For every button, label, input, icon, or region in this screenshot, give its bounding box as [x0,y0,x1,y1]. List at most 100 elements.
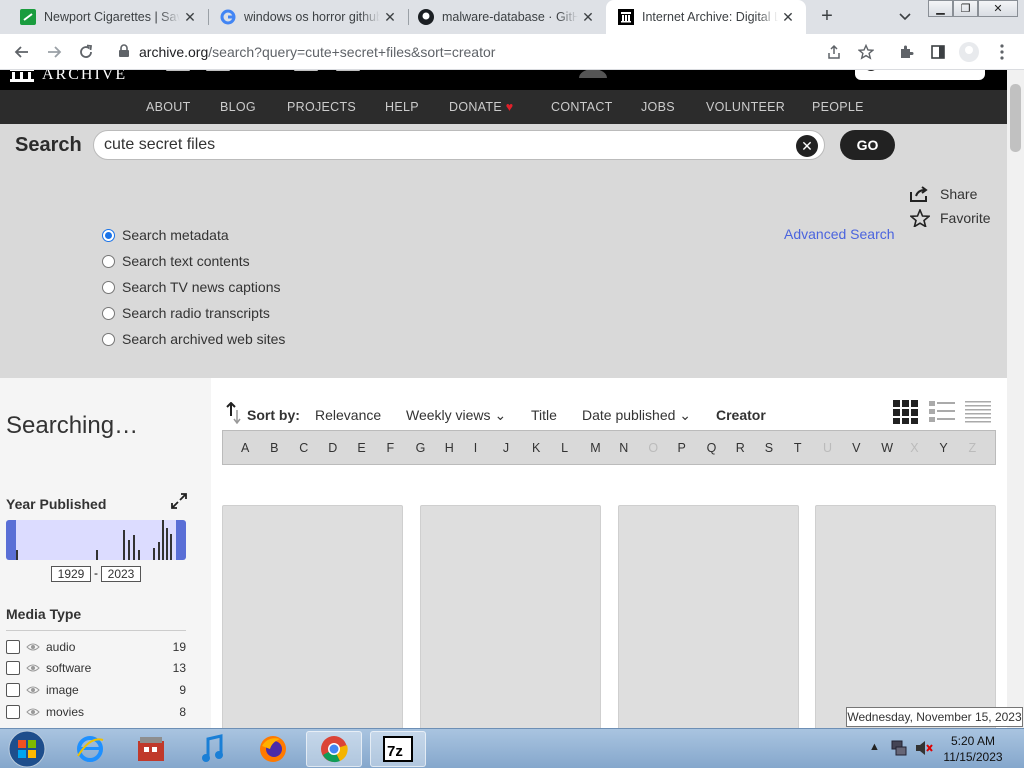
internet-explorer-icon[interactable] [62,731,118,767]
expand-icon[interactable] [170,492,188,510]
top-search-input[interactable] [855,70,985,80]
forward-icon[interactable] [42,40,66,64]
app-store-icon[interactable] [123,731,179,767]
range-handle-right[interactable] [176,520,186,560]
year-from-input[interactable]: 1929 [51,566,91,582]
letter-filter-s[interactable]: S [765,441,773,455]
side-panel-icon[interactable] [926,40,950,64]
radio-button[interactable] [102,228,115,242]
range-handle-left[interactable] [6,520,16,560]
letter-filter-d[interactable]: D [328,441,337,455]
letter-filter-c[interactable]: C [299,441,308,455]
close-window-button[interactable]: ✕ [978,0,1018,17]
user-icon[interactable] [578,70,608,78]
music-player-icon[interactable] [184,731,240,767]
letter-filter-a[interactable]: A [241,441,249,455]
page-scrollbar[interactable] [1007,70,1024,728]
year-histogram[interactable] [6,520,186,560]
eye-icon[interactable] [26,685,40,695]
nav-contact[interactable]: CONTACT [551,100,613,114]
result-card-placeholder[interactable] [420,505,601,728]
start-button[interactable] [0,730,54,768]
radio-button[interactable] [102,332,115,346]
radio-search-radio[interactable]: Search radio transcripts [102,305,270,321]
tab-newport[interactable]: Newport Cigarettes | Save ✕ [8,0,208,34]
minimize-button[interactable]: ▁ [928,0,953,17]
close-icon[interactable]: ✕ [380,7,400,27]
letter-filter-f[interactable]: F [387,441,395,455]
nav-donate[interactable]: DONATE ♥ [449,100,513,114]
tab-google[interactable]: windows os horror github ✕ [208,0,408,34]
radio-button[interactable] [102,280,115,294]
letter-filter-i[interactable]: I [474,441,477,455]
letter-filter-t[interactable]: T [794,441,802,455]
nav-jobs[interactable]: JOBS [641,100,675,114]
radio-search-metadata[interactable]: Search metadata [102,227,229,243]
new-tab-icon[interactable]: + [815,5,839,29]
radio-search-text[interactable]: Search text contents [102,253,250,269]
letter-filter-r[interactable]: R [736,441,745,455]
compact-list-view-icon[interactable] [965,400,991,424]
facet-checkbox[interactable] [6,661,20,675]
radio-search-tv[interactable]: Search TV news captions [102,279,281,295]
share-page-icon[interactable] [822,40,846,64]
show-hidden-icons[interactable]: ▲ [869,741,880,753]
letter-filter-q[interactable]: Q [707,441,717,455]
tab-github[interactable]: malware-database · GitHub ✕ [406,0,606,34]
profile-avatar[interactable] [957,40,981,64]
list-detail-view-icon[interactable] [929,400,955,424]
media-facet-row[interactable]: image 9 [6,682,186,698]
eye-icon[interactable] [26,707,40,717]
bookmark-star-icon[interactable] [854,40,878,64]
share-button[interactable]: Share [910,186,977,202]
grid-view-icon[interactable] [893,400,919,424]
close-icon[interactable]: ✕ [578,7,598,27]
result-card-placeholder[interactable] [222,505,403,728]
favorite-button[interactable]: Favorite [910,209,991,227]
extensions-icon[interactable] [894,40,918,64]
sort-direction-icon[interactable] [226,402,242,424]
letter-filter-e[interactable]: E [357,441,365,455]
kebab-menu-icon[interactable] [990,40,1014,64]
letter-filter-w[interactable]: W [881,441,893,455]
nav-about[interactable]: ABOUT [146,100,191,114]
ia-logo[interactable]: ARCHIVE [10,70,127,84]
firefox-icon[interactable] [245,731,301,767]
close-icon[interactable]: ✕ [778,7,798,27]
letter-filter-l[interactable]: L [561,441,568,455]
go-button[interactable]: GO [840,130,895,160]
reload-icon[interactable] [74,40,98,64]
facet-checkbox[interactable] [6,683,20,697]
maximize-button[interactable]: ❐ [953,0,978,17]
nav-help[interactable]: HELP [385,100,419,114]
eye-icon[interactable] [26,663,40,673]
sort-weekly-views[interactable]: Weekly views ⌄ [406,407,506,424]
chrome-icon[interactable] [306,731,362,767]
facet-checkbox[interactable] [6,705,20,719]
clear-search-icon[interactable]: ✕ [796,135,818,157]
letter-filter-m[interactable]: M [590,441,600,455]
sort-title[interactable]: Title [531,407,557,423]
nav-people[interactable]: PEOPLE [812,100,864,114]
media-facet-row[interactable]: software 13 [6,660,186,676]
media-facet-row[interactable]: movies 8 [6,704,186,720]
tab-internet-archive[interactable]: Internet Archive: Digital Library ✕ [606,0,806,34]
letter-filter-v[interactable]: V [852,441,860,455]
letter-filter-g[interactable]: G [416,441,426,455]
nav-volunteer[interactable]: VOLUNTEER [706,100,785,114]
letter-filter-j[interactable]: J [503,441,509,455]
letter-filter-n[interactable]: N [619,441,628,455]
letter-filter-k[interactable]: K [532,441,540,455]
chevron-down-icon[interactable] [893,7,917,27]
letter-filter-p[interactable]: P [678,441,686,455]
radio-button[interactable] [102,254,115,268]
advanced-search-link[interactable]: Advanced Search [784,226,895,242]
year-to-input[interactable]: 2023 [101,566,141,582]
search-input[interactable]: cute secret files ✕ [93,130,825,160]
sort-relevance[interactable]: Relevance [315,407,381,423]
result-card-placeholder[interactable] [618,505,799,728]
letter-filter-b[interactable]: B [270,441,278,455]
sort-creator[interactable]: Creator [716,407,766,423]
nav-blog[interactable]: BLOG [220,100,256,114]
eye-icon[interactable] [26,642,40,652]
